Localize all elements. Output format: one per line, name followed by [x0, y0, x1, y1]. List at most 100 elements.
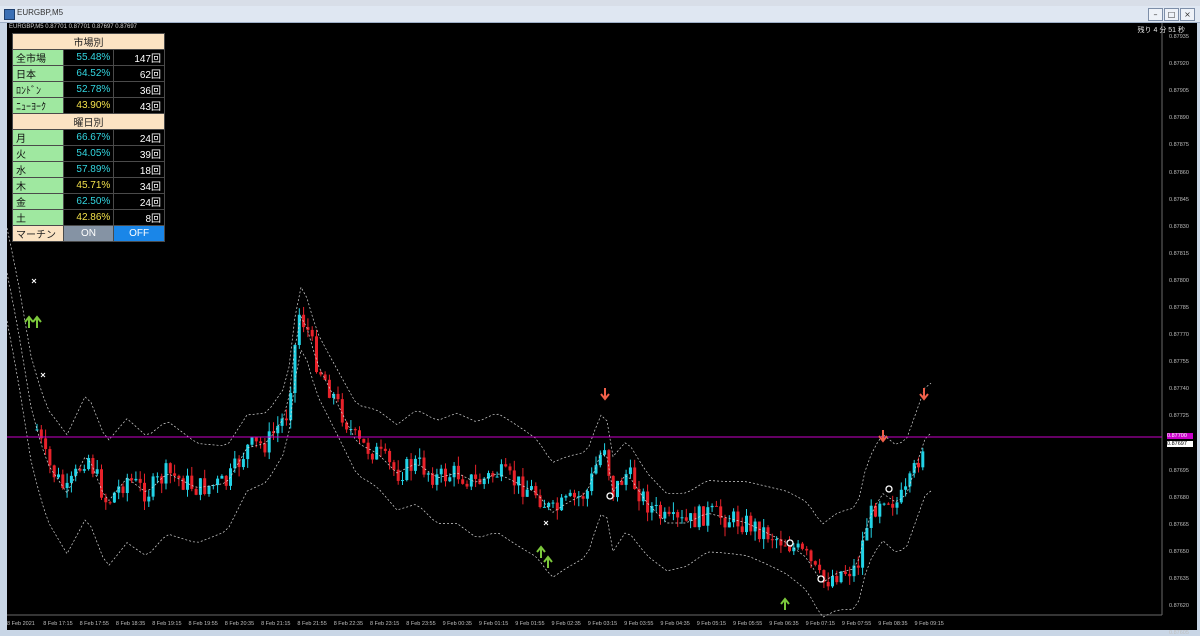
time-tick-label: 9 Feb 05:15: [696, 621, 727, 627]
price-chart[interactable]: EURGBP,M5 0.87701 0.87701 0.87697 0.8769…: [7, 23, 1197, 636]
candle-body: [396, 469, 400, 481]
stats-row: 全市場 55.48% 147回: [12, 49, 165, 66]
candle-body: [710, 505, 714, 508]
time-tick-label: 8 Feb 17:55: [79, 621, 109, 627]
candle-body: [826, 581, 830, 587]
candle-body: [362, 438, 366, 443]
candle-body: [899, 489, 903, 503]
candle-body: [770, 539, 774, 541]
candle-body: [198, 478, 202, 495]
time-tick-label: 9 Feb 09:15: [914, 621, 944, 627]
row-pct: 64.52%: [62, 65, 115, 82]
candle-body: [641, 491, 645, 502]
candle-body: [87, 458, 91, 470]
candle-body: [646, 491, 650, 513]
time-tick-label: 8 Feb 19:15: [152, 621, 182, 627]
candle-body: [693, 513, 697, 528]
time-tick-label: 8 Feb 20:35: [224, 621, 255, 627]
row-count: 24回: [113, 193, 165, 210]
stats-row: 水 57.89% 18回: [12, 161, 165, 178]
price-tick-label: 0.87620: [1169, 603, 1189, 610]
time-tick-label: 9 Feb 05:55: [733, 621, 763, 627]
candle-body: [155, 476, 159, 478]
minimize-button[interactable]: –: [1148, 8, 1163, 21]
candle-body: [581, 496, 585, 499]
candle-body: [805, 548, 809, 551]
candle-body: [336, 393, 340, 400]
price-tick-label: 0.87905: [1169, 88, 1189, 95]
candle-body: [91, 458, 95, 474]
candle-body: [818, 564, 822, 571]
row-label: 金: [12, 193, 64, 210]
candle-body: [921, 451, 925, 468]
candle-body: [121, 486, 125, 494]
candle-body: [168, 463, 172, 474]
candle-body: [379, 446, 383, 449]
candle-body: [431, 473, 435, 485]
martin-off-button[interactable]: OFF: [113, 225, 165, 242]
exit-marker: [606, 492, 614, 500]
price-tick-label: 0.87860: [1169, 169, 1189, 176]
candle-body: [465, 483, 469, 487]
row-pct: 45.71%: [62, 177, 115, 194]
price-tick-label: 0.87665: [1169, 521, 1189, 528]
martin-on-button[interactable]: ON: [62, 225, 115, 242]
time-tick-label: 9 Feb 01:55: [515, 621, 545, 627]
candle-body: [439, 468, 443, 475]
candle-body: [401, 480, 404, 482]
time-tick-label: 9 Feb 00:35: [442, 621, 472, 627]
symbol-info: EURGBP,M5 0.87701 0.87701 0.87697 0.8769…: [9, 24, 137, 30]
candle-body: [95, 469, 99, 474]
price-tick-label: 0.87800: [1169, 277, 1189, 284]
price-tick-label: 0.87875: [1169, 142, 1189, 149]
candle-body: [573, 492, 576, 498]
candle-body: [745, 515, 748, 533]
time-tick-label: 8 Feb 21:55: [297, 621, 327, 627]
price-tick-label: 0.87635: [1169, 576, 1189, 582]
maximize-button[interactable]: □: [1164, 8, 1179, 21]
candle-body: [603, 450, 607, 455]
price-tick-label: 0.87695: [1169, 467, 1189, 474]
candle-body: [310, 329, 314, 337]
stats-row: 金 62.50% 24回: [12, 193, 165, 210]
time-tick-label: 8 Feb 17:15: [43, 621, 73, 627]
candle-body: [74, 468, 78, 476]
candle-body: [267, 431, 271, 453]
candle-body: [831, 576, 834, 587]
row-count: 36回: [113, 81, 165, 98]
time-tick-label: 8 Feb 21:15: [261, 621, 291, 627]
candle-body: [216, 478, 220, 486]
candle-body: [57, 474, 60, 478]
candle-body: [143, 482, 146, 502]
candle-body: [327, 379, 331, 398]
candle-body: [125, 478, 129, 494]
candle-body: [809, 550, 813, 562]
band-lower: [7, 320, 932, 618]
candle-body: [714, 505, 718, 507]
price-tick-label: 0.87785: [1169, 305, 1189, 311]
row-pct: 57.89%: [62, 161, 115, 178]
time-tick-label: 9 Feb 08:35: [878, 621, 908, 627]
chart-window-titlebar[interactable]: EURGBP,M5 – □ ×: [0, 6, 1200, 23]
candle-body: [585, 491, 589, 499]
candle-body: [917, 463, 920, 468]
candle-body: [181, 478, 185, 490]
candle-body: [138, 478, 142, 483]
candle-body: [444, 468, 447, 482]
candle-body: [663, 511, 667, 519]
candle-body: [856, 565, 860, 568]
candlestick-chart[interactable]: [7, 23, 1197, 630]
candle-body: [891, 503, 895, 508]
candle-body: [732, 511, 736, 523]
close-button[interactable]: ×: [1180, 8, 1195, 21]
candle-body: [551, 502, 555, 504]
candle-body: [723, 517, 727, 528]
sell-signal-arrow: [878, 430, 888, 443]
exit-marker: [786, 539, 794, 547]
candle-body: [788, 546, 791, 552]
time-tick-label: 9 Feb 07:15: [805, 621, 835, 627]
row-pct: 54.05%: [62, 145, 115, 162]
candle-body: [203, 478, 207, 494]
candle-body: [727, 522, 731, 528]
price-tick-label: 0.87770: [1169, 332, 1189, 339]
